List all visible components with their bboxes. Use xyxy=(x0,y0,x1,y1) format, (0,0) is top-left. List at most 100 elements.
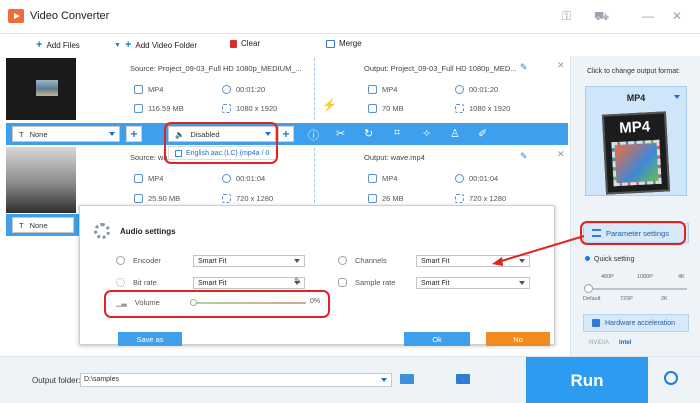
video-thumbnail[interactable] xyxy=(6,58,76,120)
channels-select[interactable]: Smart Fit xyxy=(416,255,530,267)
merge-label: Merge xyxy=(339,39,362,48)
no-button[interactable]: No xyxy=(486,332,550,346)
audio-settings-dialog: Audio settings Encoder Smart Fit Bit rat… xyxy=(79,205,555,346)
app-title: Video Converter xyxy=(30,10,110,22)
merge-icon xyxy=(326,39,335,48)
caret-down-icon xyxy=(674,95,680,99)
hardware-acceleration-button[interactable]: Hardware acceleration xyxy=(583,314,689,332)
effect-icon[interactable]: ✧ xyxy=(422,127,431,140)
out-format: MP4 xyxy=(368,85,397,94)
right-panel: Click to change output format: MP4 MP4 P… xyxy=(570,56,700,356)
tick-label: 720P xyxy=(620,296,633,302)
encoder-label: Encoder xyxy=(116,256,161,265)
samplerate-label: Sample rate xyxy=(338,278,395,287)
pen-icon[interactable]: ✎ xyxy=(520,62,528,73)
key-icon[interactable]: ⚿ xyxy=(562,9,571,24)
highlight-volume xyxy=(104,290,330,318)
add-folder-button[interactable]: ▼ + Add Video Folder xyxy=(114,39,197,51)
tick-label: 480P xyxy=(601,274,614,280)
source-name: Source: wa xyxy=(130,153,168,162)
toolbar: + Add Files ▼ + Add Video Folder Clear M… xyxy=(0,34,570,56)
format-hint: Click to change output format: xyxy=(587,68,680,75)
quality-slider[interactable] xyxy=(587,288,687,290)
output-folder-input[interactable]: D:\samples xyxy=(80,373,392,387)
alarm-clock-icon[interactable] xyxy=(664,371,678,385)
out-duration: 00:01:20 xyxy=(455,85,498,94)
cart-icon[interactable]: ⛟ xyxy=(594,9,609,25)
add-files-button[interactable]: + Add Files xyxy=(36,39,80,51)
subtitle-select[interactable]: T None xyxy=(12,217,74,233)
edit-bar: T None xyxy=(6,214,80,236)
gear-icon xyxy=(94,223,110,239)
nvidia-logo: NVIDIA xyxy=(589,340,610,346)
output-preview-icon[interactable] xyxy=(456,374,470,384)
out-format: MP4 xyxy=(368,174,397,183)
samplerate-select[interactable]: Smart Fit xyxy=(416,277,530,289)
bolt-icon: ⚡ xyxy=(322,98,337,112)
info-icon[interactable]: ⓘ xyxy=(308,127,319,143)
divider xyxy=(314,58,315,120)
tick-label: 2K xyxy=(661,296,668,302)
video-thumbnail[interactable] xyxy=(6,147,76,213)
tick-label: 1080P xyxy=(637,274,653,280)
subtitle-edit-icon[interactable]: ✐ xyxy=(478,127,487,140)
out-size: 70 MB xyxy=(368,104,404,113)
encoder-select[interactable]: Smart Fit xyxy=(193,255,305,267)
title-bar: Video Converter ⚿ ⛟ — ✕ xyxy=(0,0,700,34)
remove-icon[interactable]: ✕ xyxy=(557,149,565,160)
ok-button[interactable]: Ok xyxy=(404,332,470,346)
output-folder-label: Output folder: xyxy=(32,376,81,385)
add-audio-button[interactable]: + xyxy=(278,126,294,142)
rotate-icon[interactable]: ↻ xyxy=(364,127,373,140)
channels-label: Channels xyxy=(338,256,387,265)
clear-button[interactable]: Clear xyxy=(230,39,260,48)
plus-icon: + xyxy=(36,39,43,51)
remove-icon[interactable]: ✕ xyxy=(557,60,565,71)
bitrate-select[interactable]: Smart Fit xyxy=(193,277,305,289)
add-subtitle-button[interactable]: + xyxy=(126,126,142,142)
src-format: MP4 xyxy=(134,85,163,94)
crop-icon[interactable]: ⌗ xyxy=(394,127,400,140)
chip-icon xyxy=(592,319,600,327)
out-resolution: 720 x 1280 xyxy=(455,194,506,203)
src-duration: 00:01:04 xyxy=(222,174,265,183)
out-resolution: 1080 x 1920 xyxy=(455,104,510,113)
gpu-vendors: NVIDIA Intel xyxy=(589,340,631,346)
app-logo-icon xyxy=(8,9,24,23)
pen-icon[interactable]: ✎ xyxy=(520,151,528,162)
add-folder-label: Add Video Folder xyxy=(135,40,198,50)
src-resolution: 720 x 1280 xyxy=(222,194,273,203)
out-duration: 00:01:04 xyxy=(455,174,498,183)
dialog-title: Audio settings xyxy=(120,226,176,236)
subtitle-select[interactable]: T None xyxy=(12,126,120,142)
caret-down-icon: ▼ xyxy=(114,41,121,49)
edit-bar: T None + 🔈 Disabled + ⓘ ✂ ↻ ⌗ ✧ ♙ ✐ xyxy=(6,123,568,145)
minimize-icon[interactable]: — xyxy=(642,9,654,23)
merge-button[interactable]: Merge xyxy=(326,39,362,48)
output-format-selector[interactable]: MP4 MP4 xyxy=(585,86,687,196)
output-name: Output: wave.mp4 xyxy=(364,153,425,162)
clear-label: Clear xyxy=(241,39,261,48)
hardware-acceleration-label: Hardware acceleration xyxy=(605,319,676,327)
cut-icon[interactable]: ✂ xyxy=(336,127,345,140)
run-button[interactable]: Run xyxy=(526,357,648,403)
src-size: 116.59 MB xyxy=(134,104,184,113)
watermark-icon[interactable]: ♙ xyxy=(450,127,460,140)
tick-label: 4K xyxy=(678,274,685,280)
save-as-button[interactable]: Save as xyxy=(118,332,182,346)
highlight-audio-track xyxy=(164,122,278,164)
open-folder-icon[interactable] xyxy=(400,374,414,384)
dialog-header: Audio settings xyxy=(94,223,176,239)
src-format: MP4 xyxy=(134,174,163,183)
source-name: Source: Project_09-03_Full HD 1080p_MEDI… xyxy=(130,64,302,73)
src-duration: 00:01:20 xyxy=(222,85,265,94)
trash-icon xyxy=(230,39,237,48)
plus-icon: + xyxy=(124,39,132,51)
intel-logo: Intel xyxy=(619,340,632,346)
format-name: MP4 xyxy=(626,93,646,103)
close-icon[interactable]: ✕ xyxy=(672,9,682,23)
highlight-parameter-settings xyxy=(580,221,686,245)
quality-slider-thumb[interactable] xyxy=(584,284,593,293)
pen-icon[interactable]: ✎ xyxy=(294,276,302,287)
src-resolution: 1080 x 1920 xyxy=(222,104,277,113)
